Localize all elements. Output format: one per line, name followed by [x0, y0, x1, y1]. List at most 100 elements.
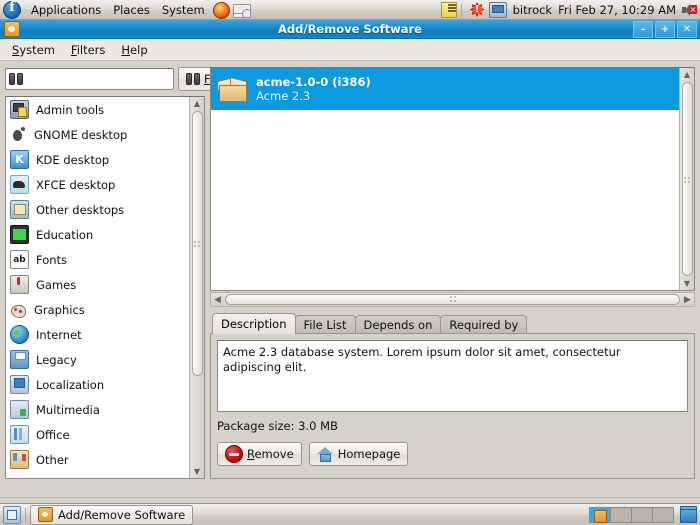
- category-item-multimedia[interactable]: Multimedia: [6, 397, 189, 422]
- category-label: Legacy: [36, 353, 77, 367]
- scroll-thumb[interactable]: [192, 111, 203, 376]
- category-label: Fonts: [36, 253, 67, 267]
- maximize-button[interactable]: +: [655, 21, 675, 38]
- category-item-admin-tools[interactable]: Admin tools: [6, 97, 189, 122]
- scroll-right-arrow[interactable]: ▶: [681, 293, 694, 306]
- scroll-thumb[interactable]: [682, 82, 693, 276]
- panel-menu-system[interactable]: System: [156, 1, 211, 19]
- fonts-icon: ab: [10, 250, 29, 269]
- category-item-gnome-desktop[interactable]: GNOME desktop: [6, 122, 189, 147]
- hscroll-thumb-grip: [449, 295, 458, 304]
- window-title: Add/Remove Software: [0, 22, 700, 36]
- category-item-fonts[interactable]: ab Fonts: [6, 247, 189, 272]
- menu-help[interactable]: Help: [113, 41, 155, 59]
- category-label: Games: [36, 278, 76, 292]
- category-item-internet[interactable]: Internet: [6, 322, 189, 347]
- scroll-up-arrow[interactable]: ▲: [681, 68, 694, 81]
- scroll-down-arrow[interactable]: ▼: [681, 277, 694, 290]
- task-button-add-remove-software[interactable]: Add/Remove Software: [30, 505, 193, 525]
- window-titlebar[interactable]: Add/Remove Software – + ✕: [0, 20, 700, 39]
- category-item-graphics[interactable]: Graphics: [6, 297, 189, 322]
- category-list[interactable]: Admin tools GNOME desktop K KDE desktop: [6, 97, 189, 478]
- minimize-button[interactable]: –: [633, 21, 653, 38]
- firefox-icon[interactable]: [213, 1, 231, 19]
- panel-clock[interactable]: Fri Feb 27, 10:29 AM: [558, 3, 676, 17]
- scroll-up-arrow[interactable]: ▲: [191, 97, 204, 110]
- category-label: Multimedia: [36, 403, 100, 417]
- close-button[interactable]: ✕: [677, 21, 697, 38]
- category-item-office[interactable]: Office: [6, 422, 189, 447]
- package-manager-icon: [4, 21, 20, 37]
- scroll-left-arrow[interactable]: ◀: [211, 293, 224, 306]
- category-label: Education: [36, 228, 93, 242]
- panel-status-area: bitrock Fri Feb 27, 10:29 AM ×: [441, 2, 700, 18]
- category-item-kde-desktop[interactable]: K KDE desktop: [6, 147, 189, 172]
- remove-icon: [225, 445, 243, 463]
- search-entry[interactable]: [5, 68, 174, 90]
- category-list-frame: Admin tools GNOME desktop K KDE desktop: [5, 96, 205, 479]
- hscroll-thumb[interactable]: [225, 294, 680, 305]
- office-books-icon: [10, 425, 29, 444]
- tab-description[interactable]: Description: [212, 313, 296, 334]
- home-icon: [317, 447, 334, 462]
- trash-icon[interactable]: [680, 506, 697, 523]
- tab-required-by[interactable]: Required by: [440, 315, 527, 334]
- menu-system[interactable]: System: [4, 41, 63, 59]
- window-body: Find Admin tools: [0, 61, 700, 479]
- package-list-hscrollbar[interactable]: ◀ ▶: [210, 292, 695, 307]
- panel-menu-applications[interactable]: Applications: [25, 1, 107, 19]
- panel-menu-places[interactable]: Places: [107, 1, 156, 19]
- category-item-other-desktops[interactable]: Other desktops: [6, 197, 189, 222]
- fedora-logo-icon[interactable]: [3, 1, 21, 19]
- package-manager-icon: [38, 507, 53, 522]
- category-item-education[interactable]: Education: [6, 222, 189, 247]
- category-item-legacy[interactable]: Legacy: [6, 347, 189, 372]
- package-box-icon: [217, 76, 247, 102]
- scroll-down-arrow[interactable]: ▼: [191, 465, 204, 478]
- workspace-4[interactable]: [652, 507, 674, 523]
- package-row[interactable]: acme-1.0-0 (i386) Acme 2.3: [211, 68, 679, 110]
- tab-depends-on[interactable]: Depends on: [355, 315, 442, 334]
- workspace-3[interactable]: [631, 507, 653, 523]
- speaker-muted-icon[interactable]: ×: [682, 4, 696, 16]
- remove-button[interactable]: Remove: [217, 442, 302, 466]
- show-desktop-icon[interactable]: [3, 506, 21, 524]
- category-label: Other: [36, 453, 69, 467]
- update-alert-icon[interactable]: [470, 2, 485, 17]
- games-icon: [10, 275, 29, 294]
- category-item-games[interactable]: Games: [6, 272, 189, 297]
- panel-username[interactable]: bitrock: [513, 3, 553, 17]
- menu-filters[interactable]: Filters: [63, 41, 113, 59]
- display-icon[interactable]: [489, 2, 507, 18]
- category-item-xfce-desktop[interactable]: XFCE desktop: [6, 172, 189, 197]
- package-size-label: Package size: 3.0 MB: [217, 419, 688, 433]
- category-item-other[interactable]: Other: [6, 447, 189, 472]
- package-pane: acme-1.0-0 (i386) Acme 2.3 ▲ ▼: [210, 67, 695, 479]
- homepage-button[interactable]: Homepage: [309, 442, 409, 466]
- package-summary: Acme 2.3: [256, 89, 371, 103]
- workspace-2[interactable]: [610, 507, 632, 523]
- remove-button-label: Remove: [247, 447, 294, 461]
- search-input[interactable]: [23, 69, 173, 89]
- multimedia-icon: [10, 400, 29, 419]
- binoculars-icon: [186, 73, 200, 85]
- package-text: acme-1.0-0 (i386) Acme 2.3: [256, 75, 371, 103]
- workspace-1[interactable]: [589, 507, 611, 523]
- binoculars-icon: [9, 73, 23, 85]
- notes-icon[interactable]: [441, 2, 457, 18]
- package-list-scrollbar[interactable]: ▲ ▼: [679, 68, 694, 290]
- search-row: Find: [5, 67, 205, 91]
- tab-file-list[interactable]: File List: [295, 315, 356, 334]
- scroll-track[interactable]: [191, 110, 204, 465]
- category-label: GNOME desktop: [34, 128, 127, 142]
- evolution-mail-icon[interactable]: [233, 1, 251, 19]
- taskbar-divider: [25, 508, 26, 522]
- hscroll-track[interactable]: [224, 293, 681, 306]
- scroll-track[interactable]: [681, 81, 694, 277]
- action-buttons: Remove Homepage: [217, 442, 688, 466]
- category-label: Internet: [36, 328, 82, 342]
- category-list-scrollbar[interactable]: ▲ ▼: [189, 97, 204, 478]
- package-list[interactable]: acme-1.0-0 (i386) Acme 2.3: [211, 68, 679, 290]
- category-item-localization[interactable]: Localization: [6, 372, 189, 397]
- xfce-mouse-icon: [10, 175, 29, 194]
